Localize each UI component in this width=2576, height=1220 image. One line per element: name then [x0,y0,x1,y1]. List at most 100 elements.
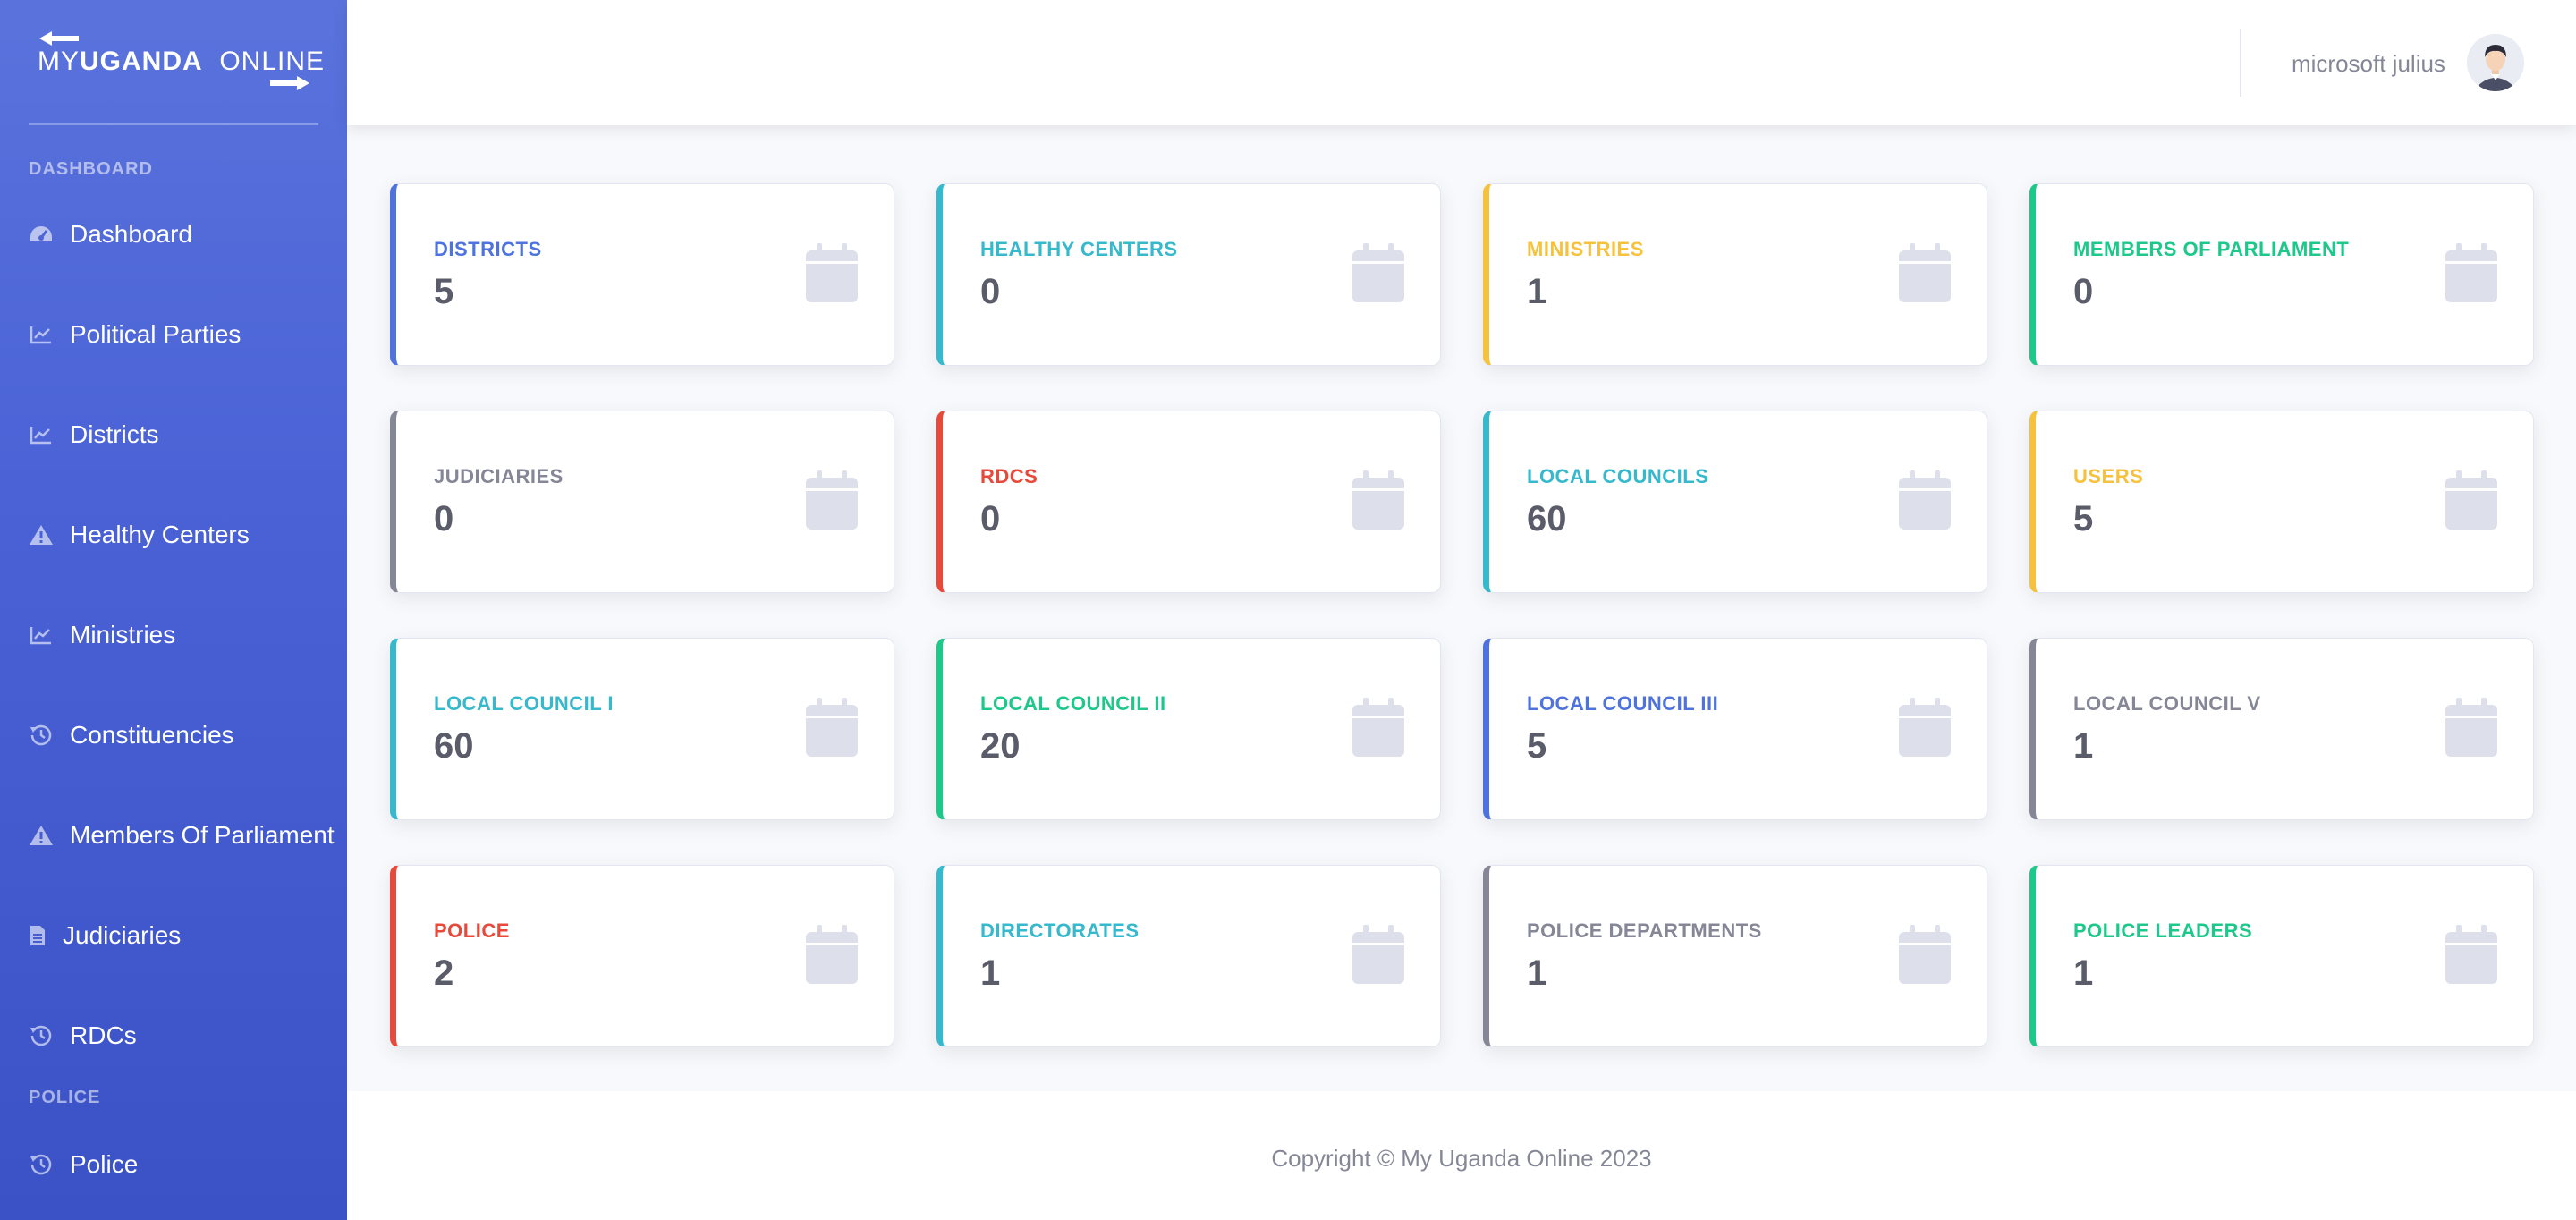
calendar-icon [1899,925,1951,984]
brand-name: UGANDA [80,47,203,76]
stat-card-members-of-parliament[interactable]: MEMBERS OF PARLIAMENT 0 [2029,183,2534,366]
history-icon [29,1023,54,1048]
stat-card-directorates[interactable]: DIRECTORATES 1 [936,865,1441,1047]
sidebar-item-healthy-centers[interactable]: Healthy Centers [29,508,250,562]
stat-card-local-council-v[interactable]: LOCAL COUNCIL V 1 [2029,638,2534,820]
calendar-icon [2445,243,2497,302]
sidebar-item-rdcs[interactable]: RDCs [29,1009,137,1063]
warning-icon [29,823,54,848]
card-label: POLICE LEADERS [2073,919,2253,942]
card-label: MEMBERS OF PARLIAMENT [2073,238,2350,260]
sidebar-item-label: Constituencies [70,721,234,749]
brand-suffix: ONLINE [219,47,326,76]
history-icon [29,723,54,748]
user-avatar-icon [2467,34,2524,91]
brand-logo[interactable]: MYUGANDA ONLINE [36,27,324,98]
sidebar-item-police[interactable]: Police [29,1138,138,1191]
card-value: 1 [2073,953,2094,993]
card-label: JUDICIARIES [434,465,564,487]
sidebar-item-members-of-parliament[interactable]: Members Of Parliament [29,809,335,862]
calendar-icon [1899,243,1951,302]
sidebar-item-label: Ministries [70,621,176,648]
card-value: 0 [434,499,454,538]
calendar-icon [806,925,858,984]
card-label: LOCAL COUNCIL V [2073,692,2261,715]
calendar-icon [1352,698,1404,757]
card-value: 1 [980,953,1001,993]
sidebar-item-political-parties[interactable]: Political Parties [29,308,241,361]
stat-card-users[interactable]: USERS 5 [2029,411,2534,593]
stat-card-districts[interactable]: DISTRICTS 5 [390,183,894,366]
stat-card-local-council-i[interactable]: LOCAL COUNCIL I 60 [390,638,894,820]
stat-card-rdcs[interactable]: RDCS 0 [936,411,1441,593]
card-value: 20 [980,726,1021,766]
card-label: DIRECTORATES [980,919,1140,942]
sidebar-item-dashboard[interactable]: Dashboard [29,208,192,261]
card-value: 1 [2073,726,2094,766]
sidebar-item-districts[interactable]: Districts [29,408,159,462]
card-value: 0 [980,272,1001,311]
stat-card-local-council-ii[interactable]: LOCAL COUNCIL II 20 [936,638,1441,820]
card-label: LOCAL COUNCILS [1527,465,1709,487]
file-icon [29,923,47,948]
sidebar-item-label: Healthy Centers [70,521,250,548]
sidebar-item-label: RDCs [70,1021,137,1049]
stat-card-police-leaders[interactable]: POLICE LEADERS 1 [2029,865,2534,1047]
sidebar-item-label: Judiciaries [63,921,182,949]
arrow-right-icon [270,76,309,90]
calendar-icon [806,470,858,530]
calendar-icon [1352,925,1404,984]
card-label: RDCS [980,465,1038,487]
calendar-icon [1899,470,1951,530]
stat-card-ministries[interactable]: MINISTRIES 1 [1483,183,1987,366]
copyright-text: Copyright © My Uganda Online 2023 [1271,1145,1652,1172]
calendar-icon [1352,243,1404,302]
brand-prefix: MY [38,47,80,76]
sidebar-item-label: Districts [70,420,159,448]
card-label: HEALTHY CENTERS [980,238,1178,260]
calendar-icon [806,698,858,757]
card-value: 0 [980,499,1001,538]
stat-card-local-councils[interactable]: LOCAL COUNCILS 60 [1483,411,1987,593]
calendar-icon [2445,698,2497,757]
card-value: 60 [1527,499,1567,538]
stat-card-police[interactable]: POLICE 2 [390,865,894,1047]
sidebar-heading-dashboard: DASHBOARD [29,159,153,179]
sidebar-item-label: Members Of Parliament [70,821,335,849]
gauge-icon [29,222,54,247]
card-label: DISTRICTS [434,238,542,260]
avatar[interactable] [2467,34,2524,91]
topbar: microsoft julius [347,0,2576,125]
sidebar-heading-police: POLICE [29,1088,101,1107]
chart-line-icon [29,623,54,648]
card-label: LOCAL COUNCIL III [1527,692,1719,715]
card-label: LOCAL COUNCIL II [980,692,1166,715]
card-label: POLICE [434,919,510,942]
calendar-icon [1899,698,1951,757]
card-value: 1 [1527,953,1547,993]
stat-card-police-departments[interactable]: POLICE DEPARTMENTS 1 [1483,865,1987,1047]
sidebar-item-ministries[interactable]: Ministries [29,608,175,662]
sidebar-item-label: Dashboard [70,220,192,248]
card-value: 5 [434,272,454,311]
card-value: 1 [1527,272,1547,311]
footer: Copyright © My Uganda Online 2023 [347,1091,2576,1220]
card-value: 60 [434,726,474,766]
stat-card-judiciaries[interactable]: JUDICIARIES 0 [390,411,894,593]
sidebar-divider [29,123,318,125]
user-name[interactable]: microsoft julius [2292,50,2445,78]
chart-line-icon [29,422,54,447]
stat-card-local-council-iii[interactable]: LOCAL COUNCIL III 5 [1483,638,1987,820]
stat-card-healthy-centers[interactable]: HEALTHY CENTERS 0 [936,183,1441,366]
topbar-divider [2240,29,2241,97]
warning-icon [29,522,54,547]
arrow-left-icon [39,31,79,46]
calendar-icon [2445,470,2497,530]
card-label: LOCAL COUNCIL I [434,692,614,715]
card-value: 5 [1527,726,1547,766]
calendar-icon [2445,925,2497,984]
sidebar-item-judiciaries[interactable]: Judiciaries [29,909,181,962]
brand-text: MYUGANDA ONLINE [38,47,325,77]
sidebar-item-constituencies[interactable]: Constituencies [29,708,234,762]
history-icon [29,1152,54,1177]
